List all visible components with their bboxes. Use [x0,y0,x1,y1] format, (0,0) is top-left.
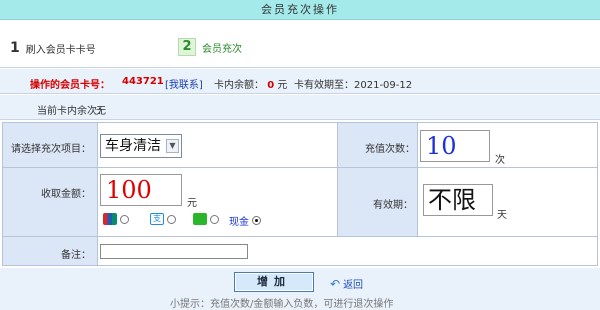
back-link[interactable]: ↶ 返回 [330,276,364,292]
current-times-row: 当前卡内余次： 无 [0,95,600,120]
card-number: 443721 [122,76,164,87]
amount-label: 收取金额： [41,189,91,200]
back-label: 返回 [343,280,364,291]
note-label: 备注： [61,250,91,261]
wechat-icon [193,213,207,225]
balance-value: 0 [267,80,275,91]
pay-wechat[interactable] [193,213,219,225]
step-1: 1 刷入会员卡卡号 [10,40,96,56]
radio-cash[interactable] [252,216,261,225]
cash-label: 现金 [229,217,249,228]
step-indicator: 1 刷入会员卡卡号 2 会员充次 [0,22,600,68]
balance-label: 卡内余额： [214,80,264,91]
amount-label-cell [3,167,97,236]
step-1-label: 刷入会员卡卡号 [25,44,96,56]
note-input[interactable] [100,244,248,259]
step-2-number: 2 [178,38,196,56]
item-label: 请选择充次项目： [11,144,91,155]
balance: 卡内余额： 0 元 [214,76,287,91]
card-expiry: 卡有效期至：2021-09-12 [294,80,413,91]
radio-alipay[interactable] [167,214,176,224]
add-button[interactable]: 增加 [234,272,314,292]
amount-input[interactable]: 100 [100,174,182,206]
radio-wechat[interactable] [210,214,219,224]
unionpay-icon [103,213,117,225]
step-2-label: 会员充次 [202,43,242,55]
pay-unionpay[interactable] [103,213,129,225]
step-1-number: 1 [10,40,20,56]
back-arrow-icon: ↶ [330,276,341,291]
recharge-form: 请选择充次项目： 车身清洁 ▼ 充值次数： 10 次 收取金额： 100 元 支… [2,122,598,266]
alipay-icon: 支 [150,213,164,225]
item-select-value: 车身清洁 [105,138,161,154]
contact-link[interactable]: [我联系] [165,76,203,91]
validity-label: 有效期： [373,200,413,211]
page-title: 会员充次操作 [0,0,600,20]
step-2: 2 会员充次 [178,38,242,56]
item-select[interactable]: 车身清洁 ▼ [100,134,182,158]
pay-alipay[interactable]: 支 [150,213,176,225]
balance-unit: 元 [277,80,288,91]
card-info-row: 操作的会员卡号： 443721 [我联系] 卡内余额： 0 元 卡有效期至：20… [0,69,600,94]
footer: 增加 ↶ 返回 小提示：充值次数/金额输入负数，可进行退次操作 [0,268,600,310]
current-times-value: 无 [96,106,106,117]
times-input[interactable]: 10 [420,130,490,162]
validity-unit: 天 [497,210,507,221]
times-label: 充值次数： [365,144,415,155]
radio-unionpay[interactable] [120,214,129,224]
tip-text: 小提示：充值次数/金额输入负数，可进行退次操作 [170,299,394,310]
validity-input[interactable]: 不限 [423,184,493,216]
pay-cash[interactable]: 现金 [229,213,261,228]
amount-unit: 元 [187,198,197,209]
times-unit: 次 [495,155,505,166]
chevron-down-icon[interactable]: ▼ [166,139,179,153]
card-number-label: 操作的会员卡号： [30,80,110,91]
